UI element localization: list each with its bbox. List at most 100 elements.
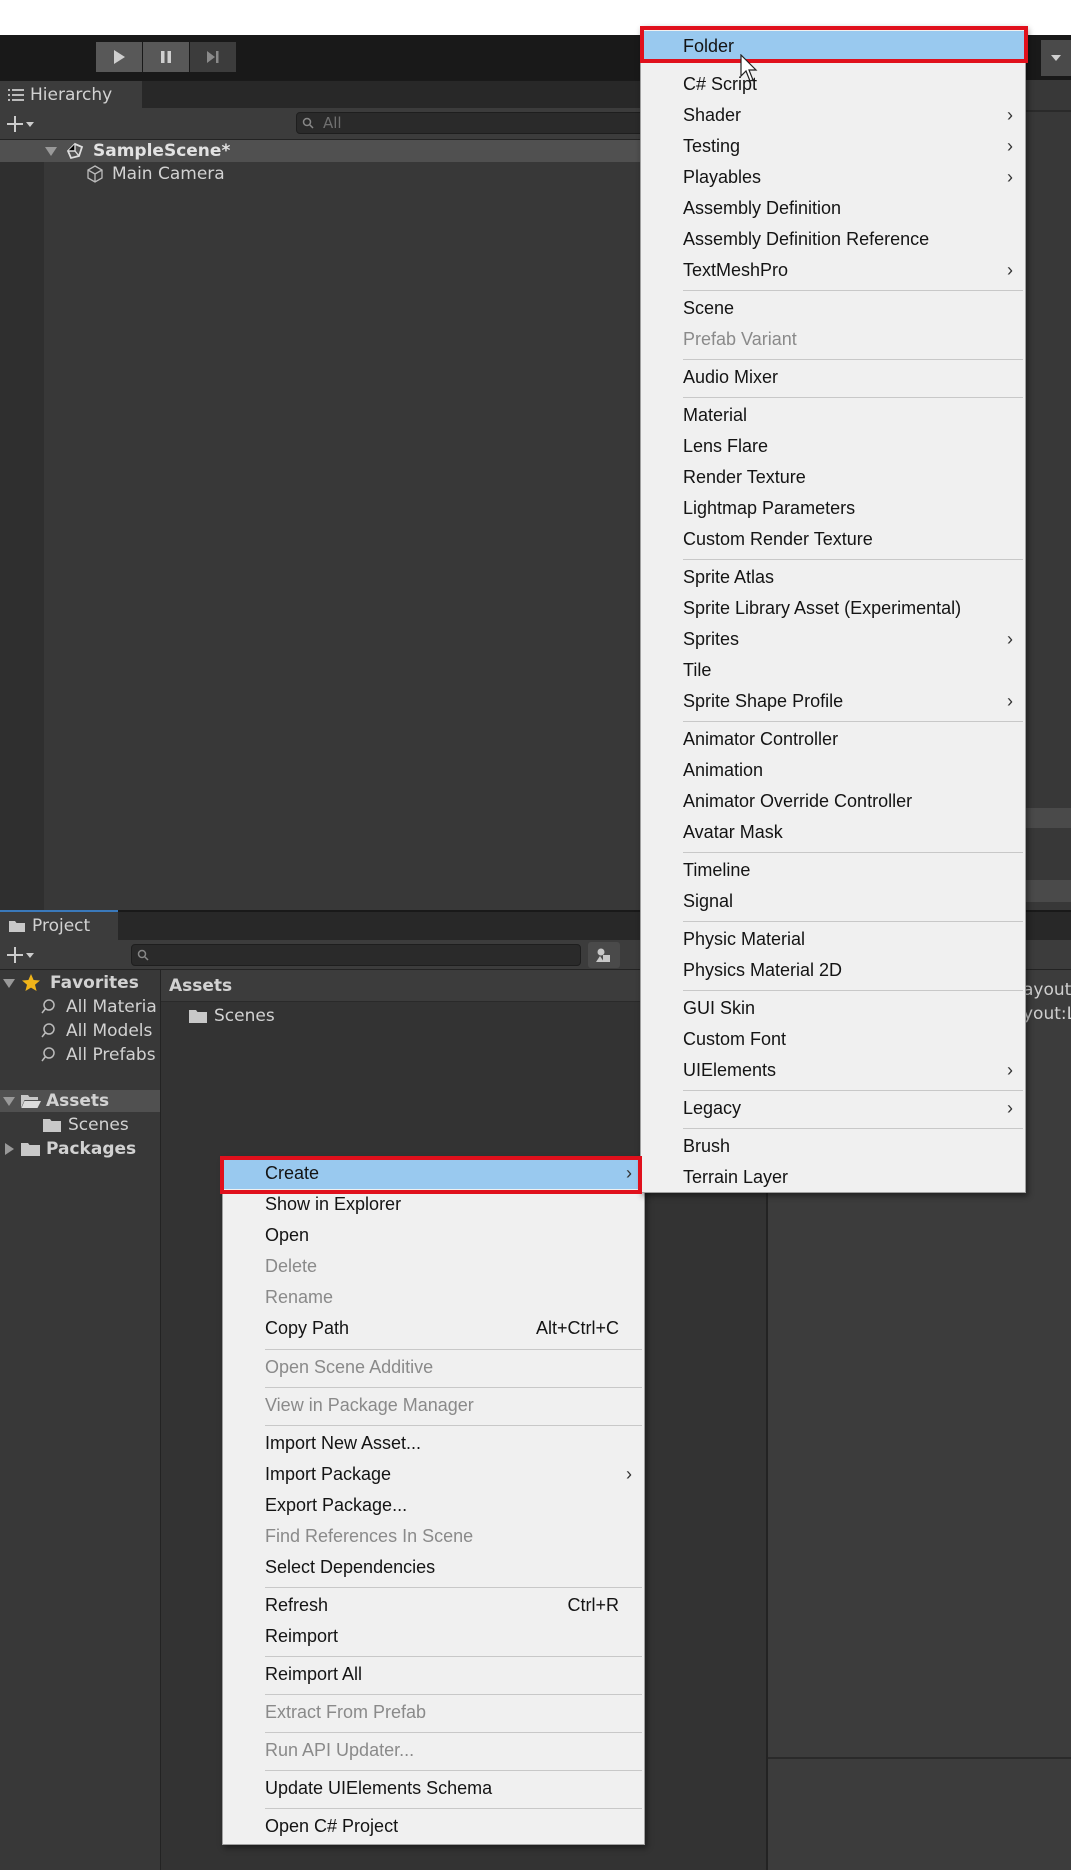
cube-icon <box>87 165 103 183</box>
tree-assets[interactable]: Assets <box>2 1090 109 1112</box>
tab-hierarchy[interactable]: Hierarchy <box>0 81 142 109</box>
tree-assets-label: Assets <box>46 1091 110 1111</box>
create-menu-item-sprite-shape-profile[interactable]: Sprite Shape Profile › <box>641 686 1025 717</box>
context-menu-item-import-new-asset[interactable]: Import New Asset... <box>223 1428 644 1459</box>
create-menu-item-material[interactable]: Material <box>641 400 1025 431</box>
tree-packages[interactable]: Packages <box>2 1138 136 1160</box>
create-menu-item-playables[interactable]: Playables › <box>641 162 1025 193</box>
create-menu-item-uielements[interactable]: UIElements › <box>641 1055 1025 1086</box>
create-menu-item-physics-material-2d[interactable]: Physics Material 2D <box>641 955 1025 986</box>
create-menu-item-render-texture[interactable]: Render Texture <box>641 462 1025 493</box>
create-menu-item-physic-material[interactable]: Physic Material <box>641 924 1025 955</box>
layout-dropdown-button[interactable] <box>1041 40 1071 76</box>
hierarchy-search-placeholder: All <box>323 114 342 132</box>
plus-icon <box>7 116 23 132</box>
create-menu-item-textmeshpro[interactable]: TextMeshPro › <box>641 255 1025 286</box>
create-item-callout <box>220 1156 642 1194</box>
context-menu-item-view-in-package-manager: View in Package Manager <box>223 1390 644 1421</box>
breadcrumb-assets[interactable]: Assets <box>169 976 232 996</box>
menu-item-label: Extract From Prefab <box>265 1702 427 1722</box>
create-menu-item-assembly-definition-reference[interactable]: Assembly Definition Reference <box>641 224 1025 255</box>
create-menu-item-timeline[interactable]: Timeline <box>641 855 1025 886</box>
unity-scene-icon <box>66 142 84 160</box>
create-menu-item-animation[interactable]: Animation <box>641 755 1025 786</box>
menu-separator <box>683 1090 1023 1091</box>
context-menu-item-open-c-project[interactable]: Open C# Project <box>223 1811 644 1842</box>
menu-item-label: Animator Override Controller <box>683 791 913 811</box>
menu-item-label: Open Scene Additive <box>265 1357 434 1377</box>
hierarchy-item-main-camera[interactable]: Main Camera <box>44 163 644 185</box>
menu-item-label: Copy Path <box>265 1318 350 1338</box>
tree-favorites[interactable]: Favorites <box>2 972 139 994</box>
menu-separator <box>683 721 1023 722</box>
menu-item-label: Refresh <box>265 1595 329 1615</box>
create-menu-item-scene[interactable]: Scene <box>641 293 1025 324</box>
context-menu-item-select-dependencies[interactable]: Select Dependencies <box>223 1552 644 1583</box>
create-menu-item-c-script[interactable]: C# Script <box>641 69 1025 100</box>
tree-favorite-item[interactable]: All Prefabs <box>41 1044 156 1066</box>
create-menu-item-legacy[interactable]: Legacy › <box>641 1093 1025 1124</box>
context-menu-item-run-api-updater: Run API Updater... <box>223 1735 644 1766</box>
pause-button[interactable] <box>143 42 189 72</box>
play-button[interactable] <box>96 42 142 72</box>
menu-item-label: Show in Explorer <box>265 1194 402 1214</box>
menu-separator <box>265 1387 642 1388</box>
menu-item-label: Assembly Definition <box>683 198 842 218</box>
tree-folder-scenes[interactable]: Scenes <box>42 1114 129 1136</box>
create-menu-item-custom-render-texture[interactable]: Custom Render Texture <box>641 524 1025 555</box>
project-search-input[interactable] <box>131 944 581 966</box>
game-view-text: ayout <box>1023 980 1071 1000</box>
asset-item-scenes[interactable]: Scenes <box>188 1004 275 1028</box>
create-menu-item-lens-flare[interactable]: Lens Flare <box>641 431 1025 462</box>
chevron-right-icon: › <box>1007 629 1013 649</box>
context-menu-item-refresh[interactable]: Refresh Ctrl+R <box>223 1590 644 1621</box>
menu-separator <box>265 1349 642 1350</box>
create-menu-item-brush[interactable]: Brush <box>641 1131 1025 1162</box>
project-add-button[interactable] <box>6 945 42 965</box>
context-menu-item-export-package[interactable]: Export Package... <box>223 1490 644 1521</box>
tree-favorite-item[interactable]: All Models <box>41 1020 152 1042</box>
context-menu-item-update-uielements-schema[interactable]: Update UIElements Schema <box>223 1773 644 1804</box>
menu-item-label: Sprite Shape Profile <box>683 691 844 711</box>
tree-favorite-item[interactable]: All Materia <box>41 996 157 1018</box>
create-menu-item-audio-mixer[interactable]: Audio Mixer <box>641 362 1025 393</box>
search-icon <box>41 1047 55 1062</box>
menu-separator <box>683 559 1023 560</box>
menu-item-label: Lightmap Parameters <box>683 498 856 518</box>
create-menu-item-sprite-library-asset-experimental[interactable]: Sprite Library Asset (Experimental) <box>641 593 1025 624</box>
menu-item-label: Reimport <box>265 1626 339 1646</box>
context-menu-item-reimport-all[interactable]: Reimport All <box>223 1659 644 1690</box>
create-menu-item-sprite-atlas[interactable]: Sprite Atlas <box>641 562 1025 593</box>
menu-item-label: UIElements <box>683 1060 777 1080</box>
menu-item-label: Timeline <box>683 860 751 880</box>
create-menu-item-terrain-layer[interactable]: Terrain Layer <box>641 1162 1025 1193</box>
hierarchy-search-input[interactable]: All <box>296 112 656 134</box>
context-menu-item-copy-path[interactable]: Copy Path Alt+Ctrl+C <box>223 1313 644 1344</box>
hierarchy-scene-row[interactable]: SampleScene* <box>0 140 650 162</box>
create-menu-item-avatar-mask[interactable]: Avatar Mask <box>641 817 1025 848</box>
context-menu-item-open[interactable]: Open <box>223 1220 644 1251</box>
hierarchy-add-button[interactable] <box>6 114 42 134</box>
chevron-down-icon <box>45 147 57 156</box>
create-menu-item-signal[interactable]: Signal <box>641 886 1025 917</box>
tab-project[interactable]: Project <box>0 910 118 940</box>
create-menu-item-testing[interactable]: Testing › <box>641 131 1025 162</box>
create-menu-item-lightmap-parameters[interactable]: Lightmap Parameters <box>641 493 1025 524</box>
create-menu-item-shader[interactable]: Shader › <box>641 100 1025 131</box>
context-menu-item-reimport[interactable]: Reimport <box>223 1621 644 1652</box>
create-menu-item-gui-skin[interactable]: GUI Skin <box>641 993 1025 1024</box>
step-button[interactable] <box>190 42 236 72</box>
create-menu-item-sprites[interactable]: Sprites › <box>641 624 1025 655</box>
create-menu-item-animator-override-controller[interactable]: Animator Override Controller <box>641 786 1025 817</box>
context-menu-item-rename: Rename <box>223 1282 644 1313</box>
create-menu-item-tile[interactable]: Tile <box>641 655 1025 686</box>
folder-icon <box>189 1010 207 1023</box>
create-menu-item-animator-controller[interactable]: Animator Controller <box>641 724 1025 755</box>
search-icon <box>302 117 314 129</box>
create-menu-item-assembly-definition[interactable]: Assembly Definition <box>641 193 1025 224</box>
create-menu-item-custom-font[interactable]: Custom Font <box>641 1024 1025 1055</box>
search-by-type-button[interactable] <box>588 942 620 968</box>
context-menu-item-import-package[interactable]: Import Package › <box>223 1459 644 1490</box>
chevron-right-icon: › <box>626 1464 632 1484</box>
menu-item-label: Avatar Mask <box>683 822 783 842</box>
